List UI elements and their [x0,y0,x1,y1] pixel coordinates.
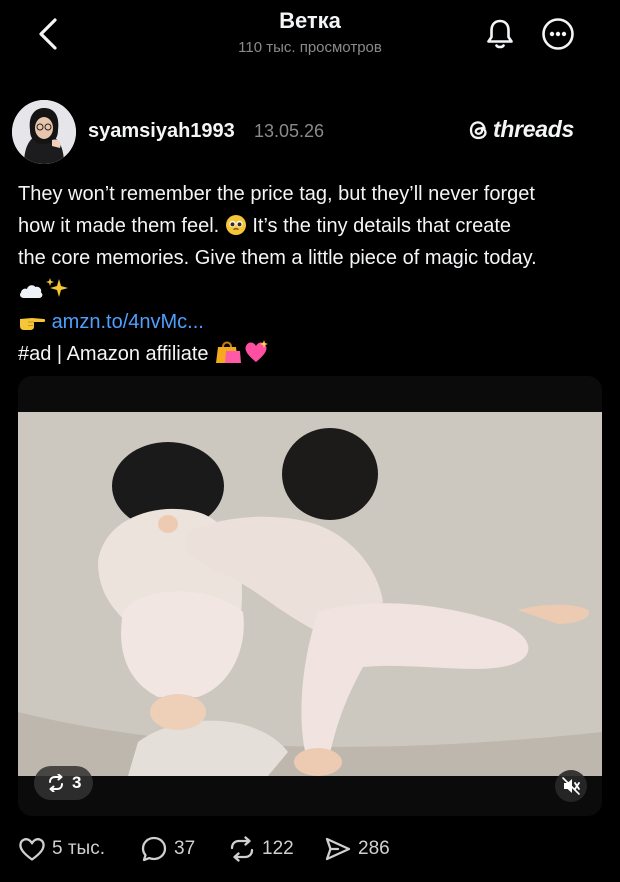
tags-line: #ad | Amazon affiliate [18,338,608,370]
cloud-icon [20,285,43,298]
repost-icon [230,836,254,862]
post-header: syamsiyah1993 13.05.26 threads [12,100,608,164]
view-count: 110 тыс. просмотров [238,39,382,56]
mute-icon [562,777,580,795]
post-line-4 [18,274,608,306]
pointing-hand-icon [20,318,46,330]
threads-logo: threads [468,116,574,143]
repost-count: 122 [262,838,294,859]
post-media[interactable]: 3 [18,376,602,816]
more-options-button[interactable] [536,12,580,56]
page-title: Ветка [279,8,341,33]
sparkles-icon [46,278,68,297]
like-button[interactable]: 5 тыс. [18,832,105,866]
post-date: 13.05.26 [254,121,325,141]
share-button[interactable]: 286 [324,832,390,866]
more-icon [542,18,574,50]
avatar-image [12,100,76,164]
action-bar: 5 тыс. 37 122 286 [18,832,608,866]
title-area: Ветка 110 тыс. просмотров [0,8,620,56]
post-line-3: the core memories. Give them a little pi… [18,247,537,269]
repost-button[interactable]: 122 [228,832,294,866]
notifications-button[interactable] [480,12,520,56]
post-line-2b: It’s the tiny details that create [252,215,512,237]
reply-count: 37 [174,838,196,859]
repost-icon [49,774,63,792]
post-line-2a: how it made them feel. [18,215,220,237]
mute-button[interactable] [555,770,587,802]
ad-tag[interactable]: #ad | Amazon affiliate [18,343,209,365]
pleading-face-icon [225,215,246,235]
bell-icon [487,19,513,49]
affiliate-link[interactable]: amzn.to/4nvMc... [52,311,204,333]
share-icon [325,837,351,861]
like-count: 5 тыс. [52,838,105,859]
brand-text: threads [493,116,574,142]
share-count: 286 [358,838,390,859]
media-repost-count: 3 [72,773,82,792]
threads-icon [469,120,487,139]
heart-icon [19,838,45,861]
post-line-1: They won’t remember the price tag, but t… [18,183,535,205]
post-text: They won’t remember the price tag, but t… [18,178,608,370]
post-line-2: how it made them feel. It’s the tiny det… [18,210,608,242]
shopping-bags-icon [216,341,242,363]
sparkling-heart-icon [245,340,269,362]
comment-icon [141,836,167,862]
username[interactable]: syamsiyah1993 [88,120,235,143]
media-repost-badge[interactable]: 3 [34,766,94,800]
affiliate-line: amzn.to/4nvMc... [18,306,608,338]
video-frame [18,412,602,776]
reply-button[interactable]: 37 [140,832,195,866]
top-bar: Ветка 110 тыс. просмотров [0,0,620,80]
avatar[interactable] [12,100,76,164]
